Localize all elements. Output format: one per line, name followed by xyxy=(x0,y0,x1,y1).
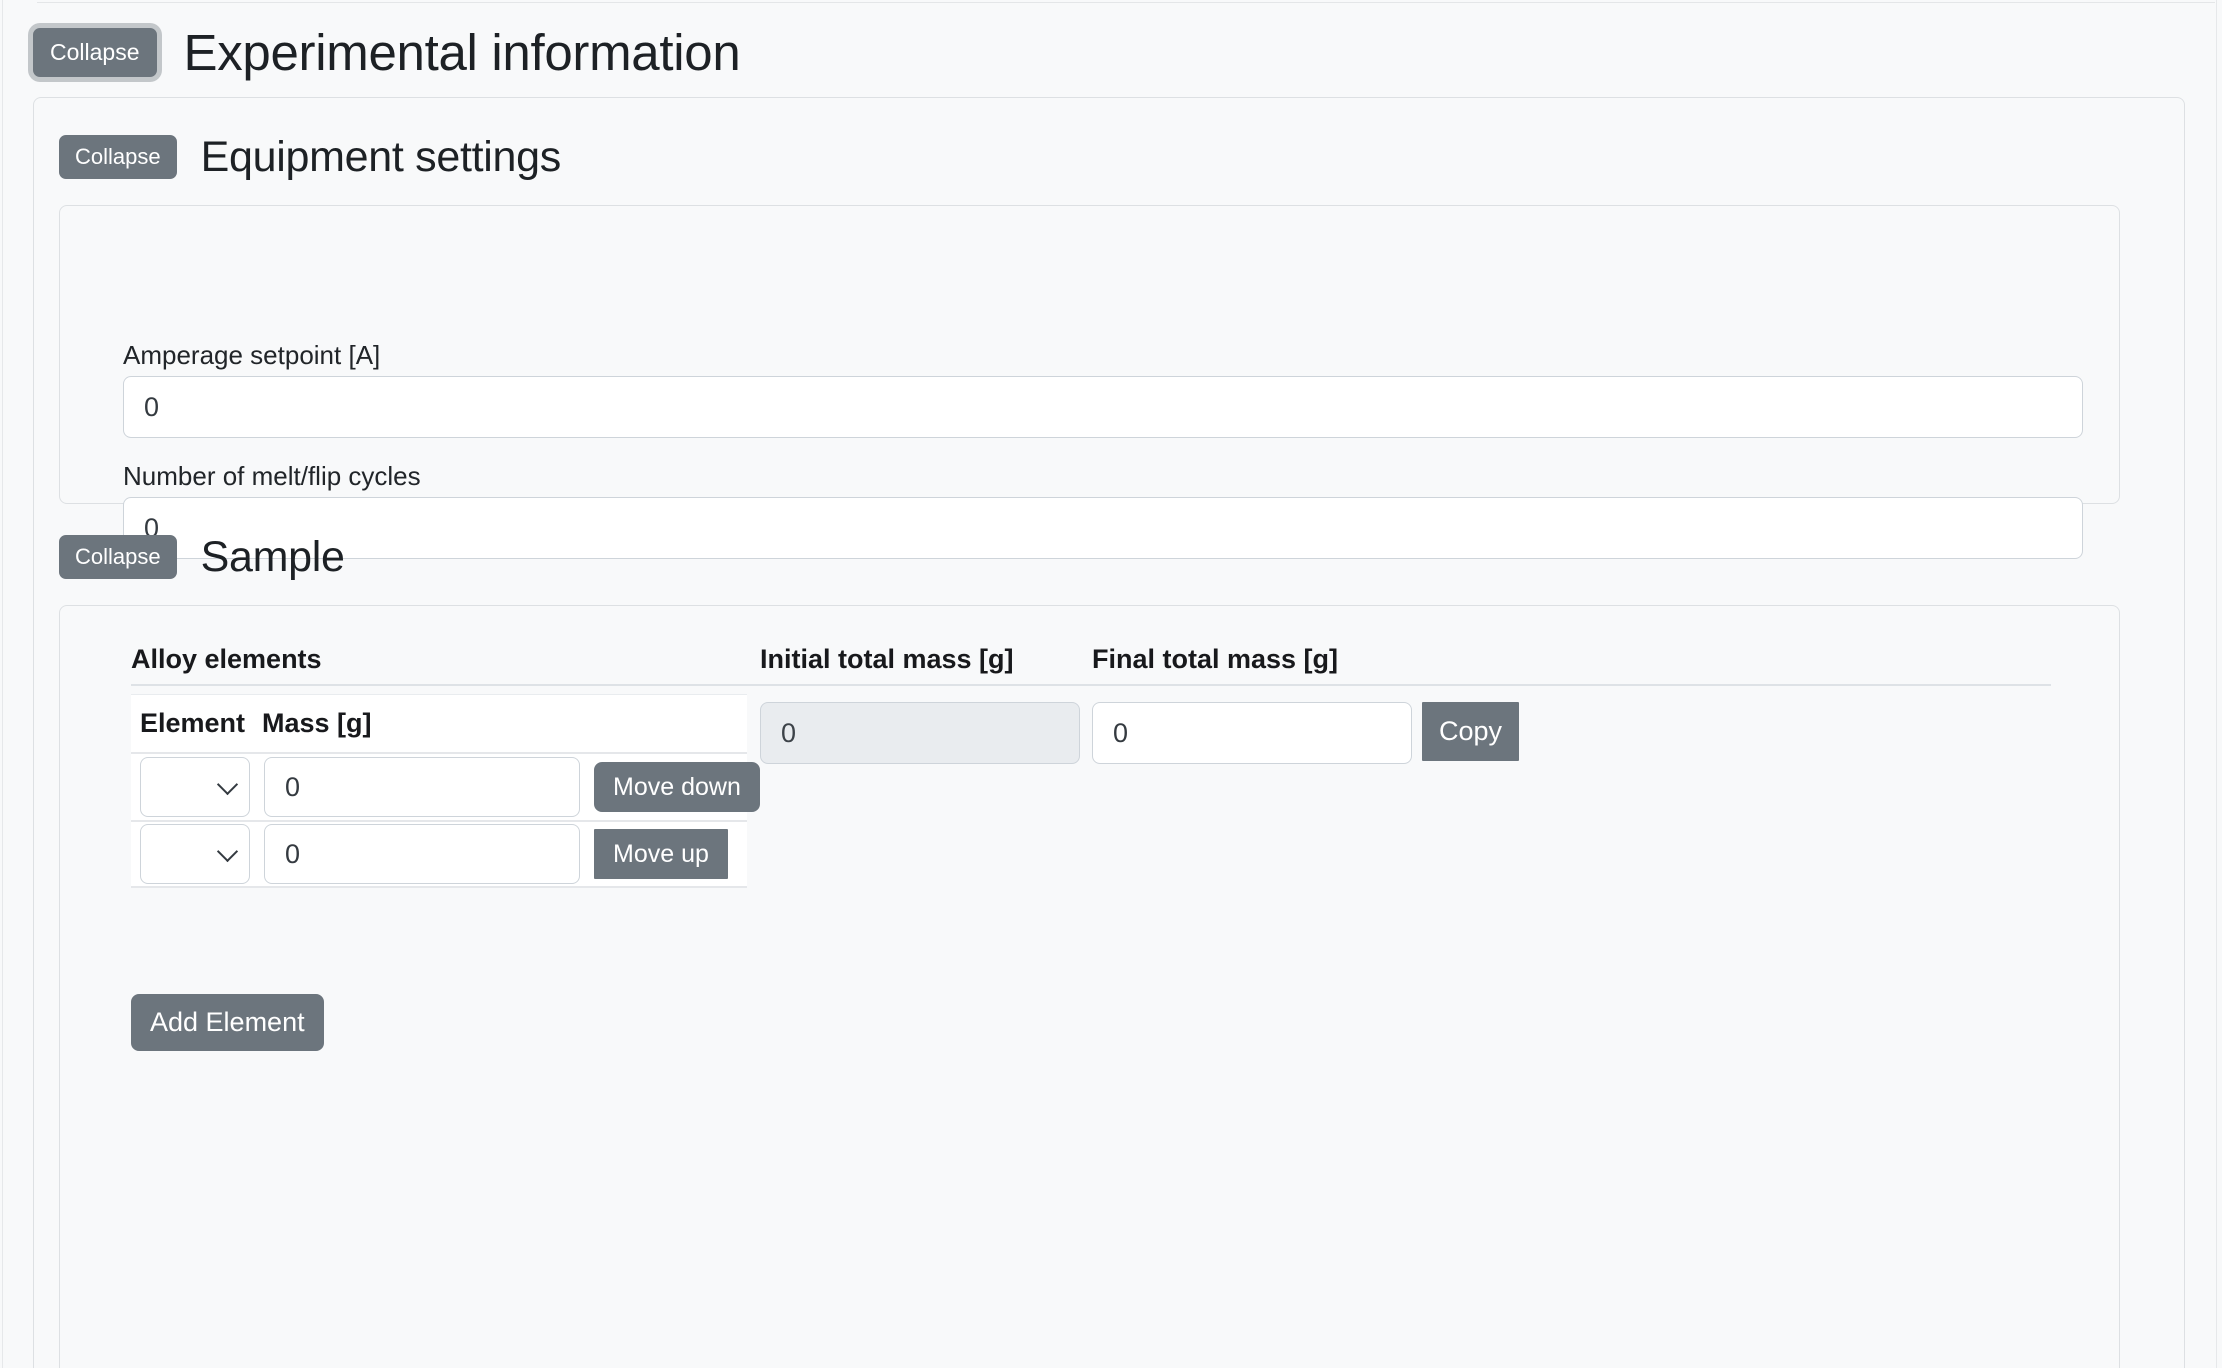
element-column-header: Element xyxy=(140,708,246,738)
collapse-button-sample[interactable]: Collapse xyxy=(59,535,177,579)
page-right-edge xyxy=(2216,0,2217,1368)
equipment-settings-title: Equipment settings xyxy=(200,132,562,181)
collapse-button-equipment-settings[interactable]: Collapse xyxy=(59,135,177,179)
collapse-button-experimental-information[interactable]: Collapse xyxy=(33,28,157,77)
mass-input-row-1[interactable] xyxy=(264,757,580,817)
alloy-elements-column-header: Alloy elements xyxy=(131,644,322,674)
experimental-information-card: Collapse Equipment settings Amperage set… xyxy=(33,97,2185,1368)
move-up-button-row-2[interactable]: Move up xyxy=(594,829,728,879)
sample-header: Collapse Sample xyxy=(59,535,345,579)
mass-column-header: Mass [g] xyxy=(262,708,372,738)
equipment-settings-fields-card: Amperage setpoint [A] Number of melt/fli… xyxy=(59,205,2120,559)
element-select-row-1[interactable] xyxy=(140,757,250,817)
chevron-down-icon xyxy=(216,840,239,863)
final-total-mass-column-header: Final total mass [g] xyxy=(1092,644,1339,674)
amperage-setpoint-input[interactable] xyxy=(123,376,2083,438)
column-header-divider xyxy=(131,684,2051,686)
amperage-setpoint-label: Amperage setpoint [A] xyxy=(123,340,381,370)
experimental-information-header: Collapse Experimental information xyxy=(33,24,741,81)
alloy-element-table: Element Mass [g] Move down Move up xyxy=(131,694,760,888)
page-root: Collapse Experimental information Collap… xyxy=(0,0,2222,1368)
copy-button[interactable]: Copy xyxy=(1422,702,1520,761)
element-select-row-2[interactable] xyxy=(140,824,250,884)
sample-title: Sample xyxy=(200,532,345,581)
initial-total-mass-input xyxy=(760,702,1080,764)
table-row: Move down xyxy=(131,752,760,820)
initial-total-mass-column-header: Initial total mass [g] xyxy=(760,644,1014,674)
table-row: Move up xyxy=(131,820,747,888)
page-left-edge xyxy=(2,0,3,1368)
mass-input-row-2[interactable] xyxy=(264,824,580,884)
sample-fields-card: Alloy elements Initial total mass [g] Fi… xyxy=(59,605,2120,1368)
page-title: Experimental information xyxy=(183,24,741,81)
melt-flip-cycles-input[interactable] xyxy=(123,497,2083,559)
top-divider xyxy=(37,2,2215,3)
table-header-row: Element Mass [g] xyxy=(131,694,747,752)
melt-flip-cycles-label: Number of melt/flip cycles xyxy=(123,461,421,491)
final-total-mass-input[interactable] xyxy=(1092,702,1412,764)
equipment-settings-header: Collapse Equipment settings xyxy=(59,135,561,179)
move-down-button-row-1[interactable]: Move down xyxy=(594,762,760,812)
add-element-button[interactable]: Add Element xyxy=(131,994,324,1051)
chevron-down-icon xyxy=(216,773,239,796)
